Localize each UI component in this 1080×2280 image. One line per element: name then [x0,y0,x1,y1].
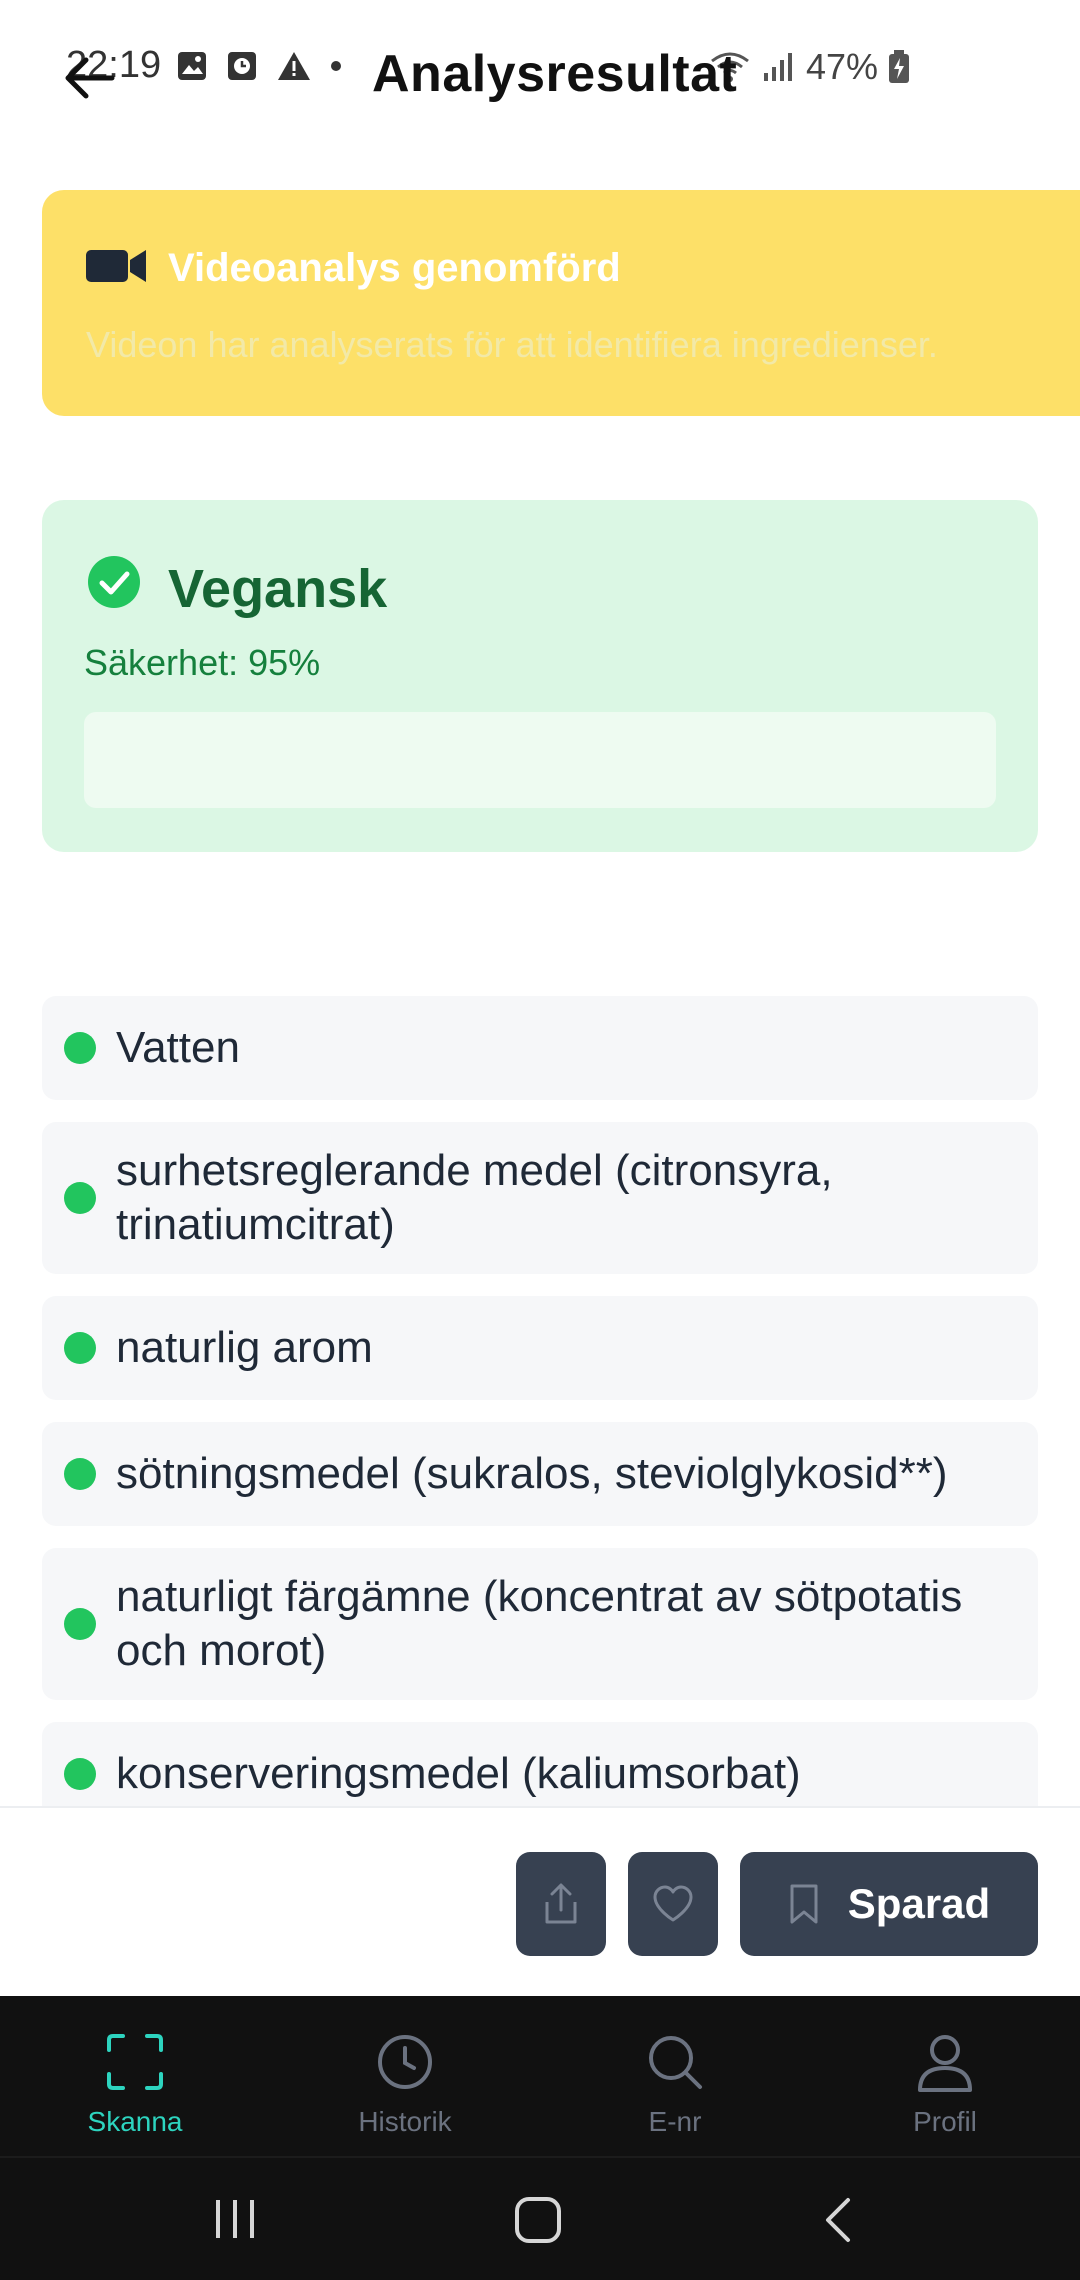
tab-history[interactable]: Historik [270,1996,540,2156]
page-title: Analysresultat [372,45,738,103]
back-button[interactable] [60,48,120,108]
ingredient-list[interactable]: Vatten surhetsreglerande medel (citronsy… [42,996,1038,1806]
share-icon [545,1883,577,1924]
tab-enumbers[interactable]: E-nr [540,1996,810,2156]
saved-label: Sparad [847,1880,991,1927]
list-item: naturlig arom [42,1296,1038,1400]
back-nav-icon[interactable] [818,2194,858,2246]
signal-icon [764,53,792,81]
user-icon [918,2035,972,2092]
list-item: Vatten [42,996,1038,1100]
ingredient-text: sötningsmedel (sukralos, steviolglykosid… [116,1449,948,1498]
arrow-left-icon [65,57,115,99]
list-item: surhetsreglerande medel (citronsyra, tri… [42,1122,1038,1274]
ingredient-text: Vatten [116,1023,240,1072]
battery-percent: 47% [806,46,879,87]
vegan-dot-icon [64,1182,96,1214]
confidence-bar [84,712,996,808]
favorite-button[interactable] [628,1852,718,1956]
scan-icon [107,2034,163,2090]
vegan-dot-icon [64,1758,96,1790]
tab-label: Skanna [87,2106,183,2137]
vegan-result-card: Vegansk Säkerhet: 95% [42,500,1038,852]
tab-label: Profil [913,2106,977,2137]
video-camera-icon [86,250,146,282]
tab-scan[interactable]: Skanna [0,1996,270,2156]
ingredient-text: naturlig arom [116,1323,373,1372]
image-icon [178,52,206,80]
battery-charging-icon [889,50,910,83]
clock-icon [378,2035,432,2089]
system-status-icons: 47% [708,46,910,88]
ingredient-text: surhetsreglerande medel (citronsyra, tri… [116,1146,833,1249]
home-icon[interactable] [512,2194,564,2246]
ingredient-text: naturligt färgämne (koncentrat av sötpot… [116,1572,963,1675]
alarm-icon [228,52,256,80]
tab-label: Historik [358,2106,452,2137]
list-item: naturligt färgämne (koncentrat av sötpot… [42,1548,1038,1700]
heart-icon [653,1885,693,1922]
vegan-dot-icon [64,1458,96,1490]
tab-profile[interactable]: Profil [810,1996,1080,2156]
system-nav-bar [0,2156,1080,2280]
recent-apps-icon[interactable] [210,2194,260,2244]
saved-button[interactable]: Sparad [740,1852,1038,1956]
check-circle-icon [88,556,140,608]
bottom-tab-bar: Skanna Historik E-nr Profil [0,1996,1080,2156]
search-icon [649,2036,702,2089]
banner-title: Videoanalys genomförd [168,246,621,290]
tab-label: E-nr [648,2106,702,2137]
vegan-dot-icon [64,1032,96,1064]
warning-icon [278,52,310,80]
dot-icon [331,61,341,71]
ingredient-text: konserveringsmedel (kaliumsorbat) [116,1749,801,1798]
notification-icons [176,50,342,82]
result-label: Vegansk [168,559,388,619]
vegan-dot-icon [64,1332,96,1364]
action-bar: Sparad [0,1806,1080,1998]
bookmark-icon [790,1884,818,1924]
confidence-text: Säkerhet: 95% [84,642,321,683]
list-item: konserveringsmedel (kaliumsorbat) [42,1722,1038,1806]
vegan-dot-icon [64,1608,96,1640]
share-button[interactable] [516,1852,606,1956]
list-item: sötningsmedel (sukralos, steviolglykosid… [42,1422,1038,1526]
banner-description: Videon har analyserats för att identifie… [86,324,938,365]
video-analysis-banner: Videoanalys genomförd Videon har analyse… [42,190,1080,416]
